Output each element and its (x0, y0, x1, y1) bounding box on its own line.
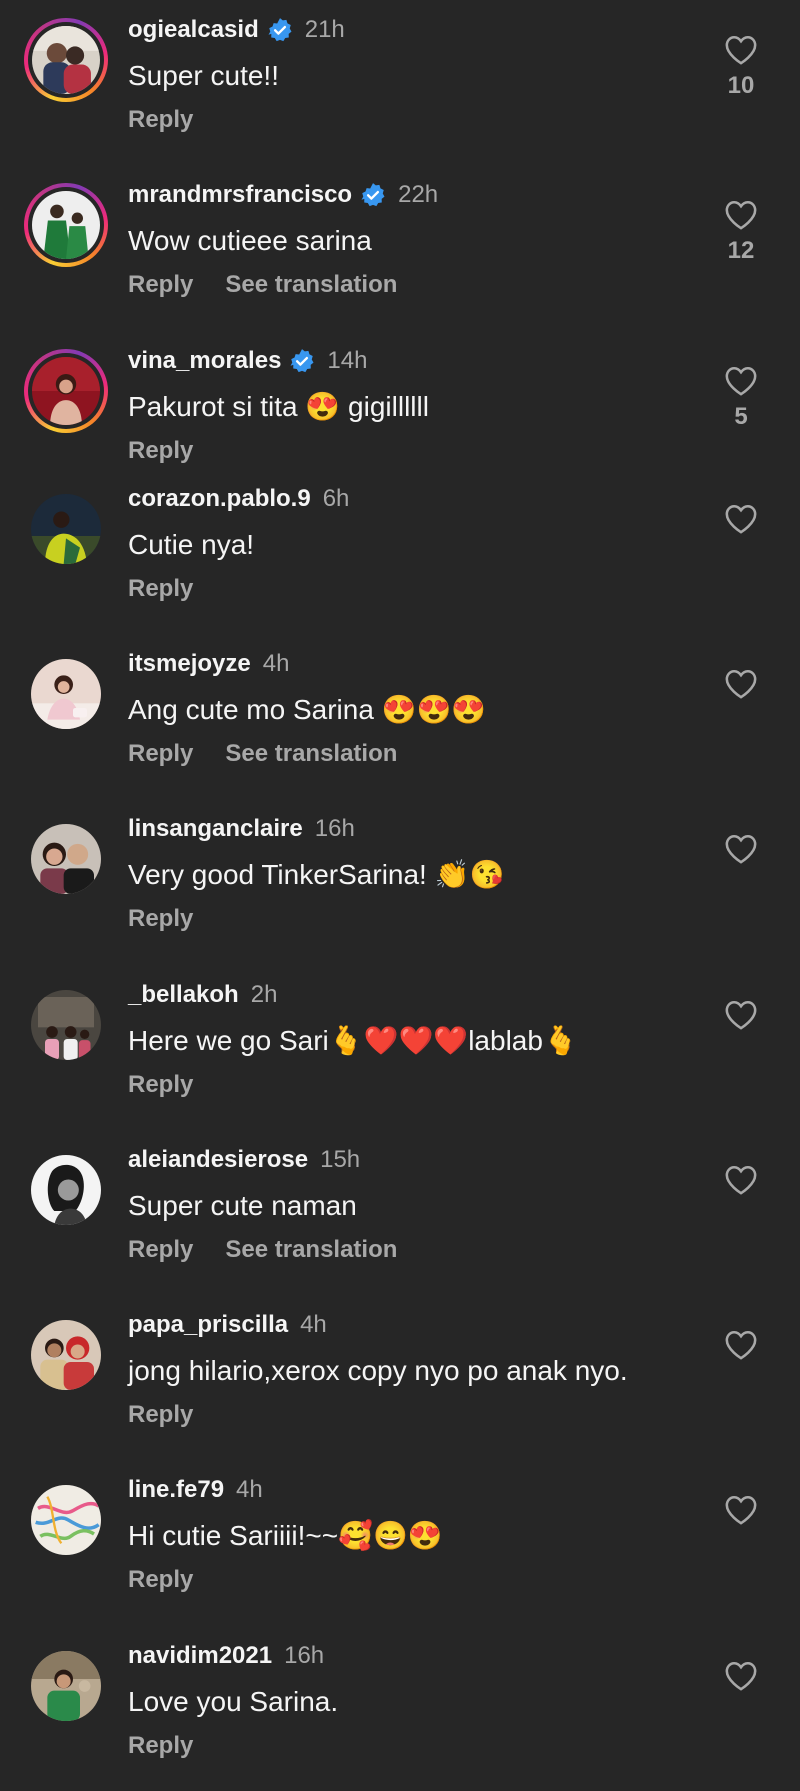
like-count: 5 (734, 403, 748, 430)
reply-button[interactable]: Reply (128, 1732, 193, 1760)
comment-username[interactable]: mrandmrsfrancisco (128, 181, 352, 209)
comment-time: 6h (322, 485, 350, 512)
woman-bw-photo-icon (31, 1155, 101, 1225)
comment-username[interactable]: papa_priscilla (128, 1311, 288, 1339)
comment-text: Here we go Sari🫰❤️❤️❤️lablab🫰 (128, 1025, 578, 1056)
comment-text: Wow cutieee sarina (128, 225, 372, 256)
comment-time: 4h (300, 1311, 327, 1338)
comment-text: Super cute!! (128, 60, 279, 91)
verified-badge-icon (360, 182, 386, 208)
comment-text: Ang cute mo Sarina 😍😍😍 (128, 694, 487, 725)
comment-item: _bellakoh 2h Here we go Sari🫰❤️❤️❤️labla… (0, 965, 800, 1130)
heart-icon[interactable] (724, 199, 758, 231)
comment-username[interactable]: aleiandesierose (128, 1146, 308, 1174)
avatar[interactable] (31, 494, 101, 564)
avatar-story-ring[interactable] (24, 183, 108, 267)
reply-button[interactable]: Reply (128, 1401, 193, 1429)
reply-button[interactable]: Reply (128, 1071, 193, 1099)
comment-item: ogiealcasid 21h Super cute!! Reply 10 (0, 0, 800, 165)
verified-badge-icon (289, 348, 315, 374)
reply-button[interactable]: Reply (128, 437, 193, 465)
woman-photo-icon (31, 659, 101, 729)
heart-icon[interactable] (724, 999, 758, 1031)
comment-text: Pakurot si tita 😍 gigillllll (128, 391, 429, 422)
heart-icon[interactable] (724, 503, 758, 535)
comment-username[interactable]: itsmejoyze (128, 650, 251, 678)
comment-username[interactable]: corazon.pablo.9 (128, 485, 311, 513)
verified-badge-icon (267, 17, 293, 43)
reply-button[interactable]: Reply (128, 1566, 193, 1594)
heart-icon[interactable] (724, 34, 758, 66)
comment-text: Love you Sarina. (128, 1686, 339, 1717)
comment-item: line.fe79 4h Hi cutie Sariiii!~~🥰😄😍 Repl… (0, 1460, 800, 1625)
comment-item: corazon.pablo.9 6h Cutie nya! Reply (0, 469, 800, 634)
reply-button[interactable]: Reply (128, 740, 193, 768)
comment-time: 16h (314, 815, 355, 842)
couple-selfie-icon (31, 824, 101, 894)
comment-item: itsmejoyze 4h Ang cute mo Sarina 😍😍😍 Rep… (0, 634, 800, 799)
avatar[interactable] (31, 1155, 101, 1225)
avatar[interactable] (31, 824, 101, 894)
heart-icon[interactable] (724, 365, 758, 397)
comment-username[interactable]: vina_morales (128, 347, 281, 375)
avatar[interactable] (31, 1320, 101, 1390)
heart-icon[interactable] (724, 1329, 758, 1361)
reply-button[interactable]: Reply (128, 271, 193, 299)
avatar[interactable] (31, 1485, 101, 1555)
comment-time: 4h (262, 650, 290, 677)
heart-icon[interactable] (724, 1494, 758, 1526)
heart-icon[interactable] (724, 668, 758, 700)
couple-red-photo-icon (31, 1320, 101, 1390)
comment-username[interactable]: ogiealcasid (128, 16, 259, 44)
comment-list: ogiealcasid 21h Super cute!! Reply 10 mr… (0, 0, 800, 1759)
avatar-story-ring[interactable] (24, 18, 108, 102)
comment-text: jong hilario,xerox copy nyo po anak nyo. (128, 1355, 628, 1386)
see-translation-button[interactable]: See translation (225, 271, 397, 299)
comment-item: aleiandesierose 15h Super cute naman Rep… (0, 1130, 800, 1295)
group-photo-icon (31, 990, 101, 1060)
avatar-story-ring[interactable] (24, 349, 108, 433)
avatar[interactable] (31, 990, 101, 1060)
reply-button[interactable]: Reply (128, 905, 193, 933)
comment-text: Cutie nya! (128, 529, 255, 560)
comment-item: navidim2021 16h Love you Sarina. Reply (0, 1626, 800, 1791)
comment-item: mrandmrsfrancisco 22h Wow cutieee sarina… (0, 165, 800, 330)
comment-item: linsanganclaire 16h Very good TinkerSari… (0, 799, 800, 964)
comment-item: papa_priscilla 4h jong hilario,xerox cop… (0, 1295, 800, 1460)
comment-text: Hi cutie Sariiii!~~🥰😄😍 (128, 1520, 443, 1551)
comment-time: 14h (327, 347, 368, 374)
comment-username[interactable]: line.fe79 (128, 1476, 224, 1504)
heart-icon[interactable] (724, 833, 758, 865)
comment-text: Very good TinkerSarina! 👏😘 (128, 859, 505, 890)
comment-time: 2h (250, 981, 278, 1008)
like-count: 10 (727, 72, 755, 99)
comment-time: 4h (236, 1476, 263, 1503)
comment-time: 21h (304, 16, 345, 43)
child-photo-icon (31, 1651, 101, 1721)
comment-username[interactable]: _bellakoh (128, 981, 239, 1009)
couple-photo-icon (32, 26, 100, 94)
abstract-art-icon (31, 1485, 101, 1555)
avatar[interactable] (31, 659, 101, 729)
comment-time: 16h (284, 1642, 325, 1669)
heart-icon[interactable] (724, 1660, 758, 1692)
heart-icon[interactable] (724, 1164, 758, 1196)
see-translation-button[interactable]: See translation (225, 1236, 397, 1264)
comment-username[interactable]: linsanganclaire (128, 815, 303, 843)
see-translation-button[interactable]: See translation (225, 740, 397, 768)
person-green-photo-icon (31, 494, 101, 564)
comment-time: 22h (398, 181, 439, 208)
avatar[interactable] (31, 1651, 101, 1721)
woman-red-photo-icon (32, 357, 100, 425)
reply-button[interactable]: Reply (128, 106, 193, 134)
family-photo-icon (32, 191, 100, 259)
reply-button[interactable]: Reply (128, 575, 193, 603)
comment-text: Super cute naman (128, 1190, 357, 1221)
comment-time: 15h (320, 1146, 361, 1173)
comment-username[interactable]: navidim2021 (128, 1642, 272, 1670)
like-count: 12 (727, 237, 755, 264)
reply-button[interactable]: Reply (128, 1236, 193, 1264)
